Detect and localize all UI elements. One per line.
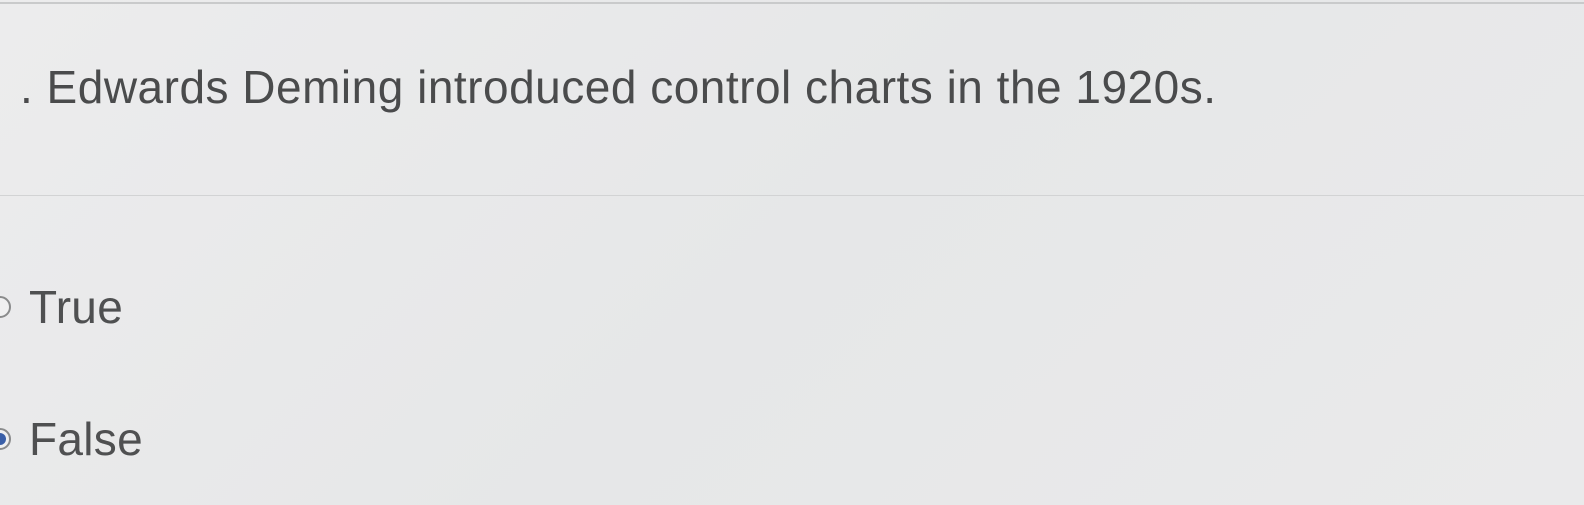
radio-icon[interactable] — [0, 428, 11, 450]
radio-icon[interactable] — [0, 296, 11, 318]
quiz-question-panel: . Edwards Deming introduced control char… — [0, 0, 1584, 505]
question-block: . Edwards Deming introduced control char… — [0, 0, 1584, 115]
options-group: True False — [0, 280, 143, 505]
option-label-false: False — [29, 412, 143, 466]
option-true[interactable]: True — [0, 280, 143, 334]
option-false[interactable]: False — [0, 412, 143, 466]
question-text: . Edwards Deming introduced control char… — [20, 60, 1584, 115]
section-divider — [0, 195, 1584, 196]
top-divider — [0, 2, 1584, 4]
option-label-true: True — [29, 280, 123, 334]
